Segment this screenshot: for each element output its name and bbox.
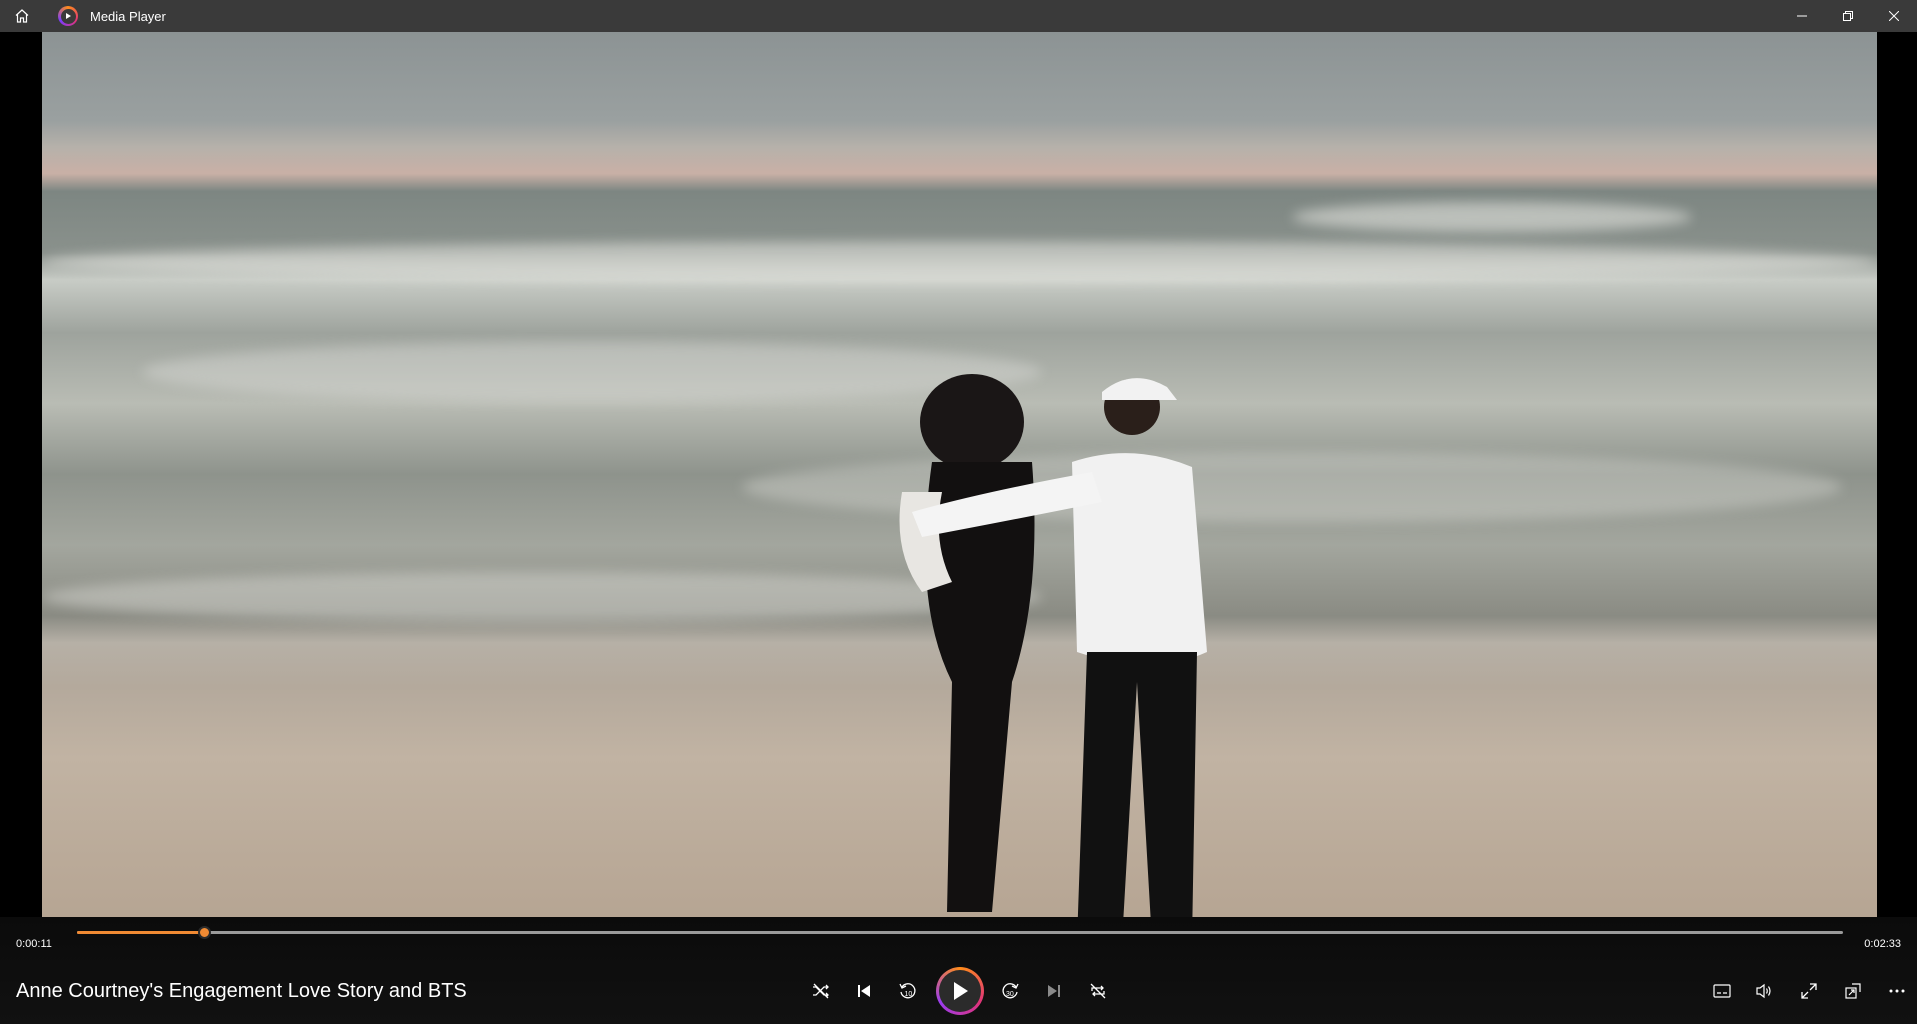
title-bar: Media Player bbox=[0, 0, 1917, 32]
play-button[interactable] bbox=[936, 967, 984, 1015]
svg-text:10: 10 bbox=[905, 991, 913, 998]
home-button[interactable] bbox=[0, 0, 44, 32]
shuffle-button[interactable] bbox=[805, 975, 837, 1007]
volume-button[interactable] bbox=[1748, 975, 1780, 1007]
restore-icon bbox=[1843, 11, 1853, 21]
next-icon bbox=[1048, 985, 1060, 997]
mini-player-button[interactable] bbox=[1837, 975, 1869, 1007]
app-title: Media Player bbox=[90, 8, 166, 24]
close-button[interactable] bbox=[1871, 0, 1917, 32]
forward-30-icon: 30 bbox=[1002, 983, 1019, 999]
media-title: Anne Courtney's Engagement Love Story an… bbox=[16, 980, 467, 1002]
seek-thumb[interactable] bbox=[198, 926, 212, 939]
video-frame[interactable] bbox=[42, 32, 1877, 917]
repeat-off-icon bbox=[1090, 983, 1106, 999]
fullscreen-icon bbox=[1801, 983, 1817, 999]
rewind-10-icon: 10 bbox=[899, 983, 916, 999]
minimize-icon bbox=[1797, 15, 1807, 17]
previous-button[interactable] bbox=[848, 975, 880, 1007]
media-player-logo-icon bbox=[58, 6, 78, 26]
svg-text:30: 30 bbox=[1006, 991, 1014, 998]
next-button[interactable] bbox=[1038, 975, 1070, 1007]
subtitles-button[interactable] bbox=[1706, 975, 1738, 1007]
rewind-10-button[interactable]: 10 bbox=[892, 975, 924, 1007]
video-subject bbox=[899, 374, 1207, 917]
close-icon bbox=[1889, 11, 1899, 21]
mini-player-icon bbox=[1845, 983, 1861, 999]
repeat-button[interactable] bbox=[1082, 975, 1114, 1007]
forward-30-button[interactable]: 30 bbox=[994, 975, 1026, 1007]
volume-icon bbox=[1756, 983, 1771, 999]
more-options-button[interactable] bbox=[1881, 975, 1913, 1007]
seek-progress bbox=[77, 931, 205, 934]
subtitles-icon bbox=[1713, 984, 1731, 998]
seek-bar[interactable] bbox=[77, 926, 1843, 939]
more-icon bbox=[1889, 989, 1905, 993]
fullscreen-button[interactable] bbox=[1793, 975, 1825, 1007]
minimize-button[interactable] bbox=[1779, 0, 1825, 32]
home-icon bbox=[15, 9, 29, 23]
total-time: 0:02:33 bbox=[1864, 938, 1901, 950]
shuffle-icon bbox=[813, 983, 829, 999]
restore-button[interactable] bbox=[1825, 0, 1871, 32]
play-icon bbox=[954, 982, 968, 1000]
previous-icon bbox=[858, 985, 870, 997]
playback-controls: 0:00:11 0:02:33 Anne Courtney's Engageme… bbox=[0, 917, 1917, 1024]
current-time: 0:00:11 bbox=[16, 938, 52, 950]
